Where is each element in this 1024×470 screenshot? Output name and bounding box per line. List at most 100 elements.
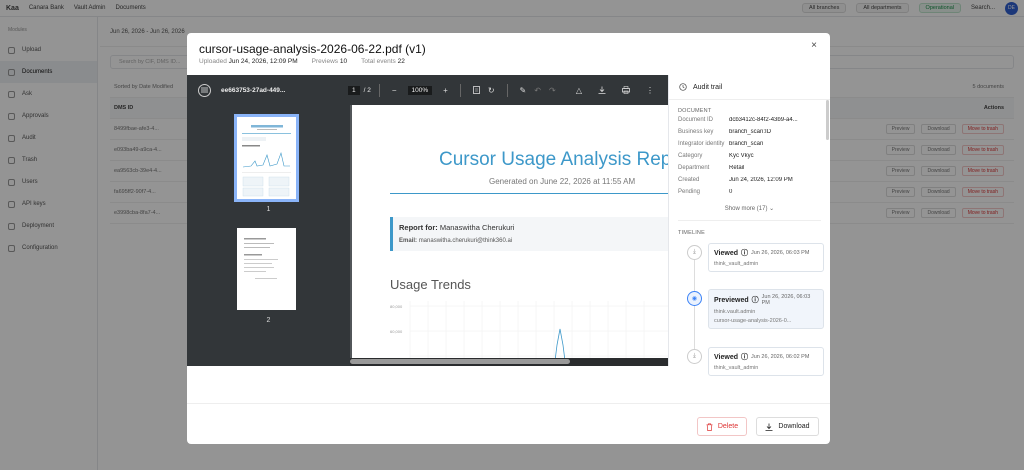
field-pending: Pending 0 xyxy=(669,189,830,196)
horizontal-scrollbar[interactable] xyxy=(350,358,668,366)
email-label: Email: xyxy=(399,238,418,244)
event-time: Jun 26, 2026, 06:03 PM xyxy=(751,250,810,256)
download-label: Download xyxy=(778,423,810,430)
timeline-connector xyxy=(694,306,695,350)
usage-trend-line xyxy=(554,328,566,358)
download-icon xyxy=(765,423,773,431)
chart-tick-label: 80,000 xyxy=(390,304,403,309)
modal-title: cursor-usage-analysis-2026-06-22.pdf (v1… xyxy=(199,42,426,56)
timeline-event: ⤓ Viewed ⓘ Jun 26, 2026, 06:02 PM think_va… xyxy=(678,347,830,395)
timeline-section-label: TIMELINE xyxy=(678,230,705,236)
field-value: Kyc Vkyc xyxy=(729,153,754,159)
download-icon[interactable] xyxy=(594,86,610,95)
menu-icon[interactable] xyxy=(198,83,211,97)
delete-label: Delete xyxy=(717,423,739,430)
download-button[interactable]: Download xyxy=(756,417,819,436)
close-button[interactable]: × xyxy=(808,40,820,52)
timeline-event-card[interactable]: Previewed ⓘ Jun 26, 2026, 06:03 PM think.v… xyxy=(708,289,824,329)
pdf-viewer: ee663753-27ad-449... 1 / 2 − 100% + ↻ ✎ … xyxy=(187,75,668,366)
uploaded-value: Jun 24, 2026, 12:09 PM xyxy=(228,58,298,65)
info-icon: ⓘ xyxy=(741,354,748,361)
timeline-event: ⤓ Viewed ⓘ Jun 26, 2026, 06:03 PM think_va… xyxy=(678,243,830,292)
annotate-icon[interactable]: ✎ xyxy=(516,86,531,95)
page-thumbnail-2[interactable] xyxy=(237,228,296,310)
pdf-report-title: Cursor Usage Analysis Rep xyxy=(439,149,668,170)
fit-page-icon[interactable] xyxy=(469,86,484,95)
eye-icon: ◉ xyxy=(687,291,702,306)
pdf-title-rule xyxy=(390,193,668,194)
timeline: ⤓ Viewed ⓘ Jun 26, 2026, 06:03 PM think_va… xyxy=(669,243,830,395)
timeline-event-card[interactable]: Viewed ⓘ Jun 26, 2026, 06:03 PM think_vaul… xyxy=(708,243,824,272)
history-icon xyxy=(679,83,687,91)
field-document-id: Document ID dcb3412c-84f2-43b9-a4... xyxy=(669,117,830,124)
pdf-section-heading: Usage Trends xyxy=(390,277,471,292)
field-key: Category xyxy=(678,153,703,159)
event-user: think_vault_admin xyxy=(714,261,759,267)
uploaded-meta: Uploaded Jun 24, 2026, 12:09 PM xyxy=(199,58,298,65)
page-indicator: 1 / 2 xyxy=(348,85,371,95)
field-key: Document ID xyxy=(678,117,714,123)
field-key: Department xyxy=(678,165,710,171)
zoom-level-input[interactable]: 100% xyxy=(407,85,433,95)
show-more-label: Show more (17) xyxy=(724,206,768,212)
uploaded-label: Uploaded xyxy=(199,58,227,65)
info-icon: ⓘ xyxy=(741,250,748,257)
previews-value: 10 xyxy=(339,58,348,65)
modal-meta: Uploaded Jun 24, 2026, 12:09 PM Previews… xyxy=(199,58,405,65)
report-for-value: Manaswitha Cherukuri xyxy=(439,223,515,232)
field-integrator-identity: Integrator identity branch_scan xyxy=(669,141,830,148)
page-thumbnail-1[interactable] xyxy=(234,114,299,202)
page-total: / 2 xyxy=(363,86,371,94)
trash-icon xyxy=(706,422,713,431)
thumbnail-label-2: 2 xyxy=(266,317,271,324)
download-icon: ⤓ xyxy=(687,349,702,364)
timeline-connector xyxy=(694,260,695,292)
events-value: 22 xyxy=(397,58,405,65)
field-value: dcb3412c-84f2-43b9-a4... xyxy=(729,117,798,123)
page-number-input[interactable]: 1 xyxy=(348,85,360,95)
previews-label: Previews xyxy=(311,58,339,65)
print-icon[interactable] xyxy=(618,86,634,95)
chevron-down-icon: ⌄ xyxy=(769,206,775,212)
events-meta: Total events 22 xyxy=(361,58,405,65)
events-label: Total events xyxy=(361,58,396,65)
pdf-toolbar-actions: △ ⋮ xyxy=(572,75,658,105)
field-key: Pending xyxy=(678,189,701,195)
toolbar-divider xyxy=(378,83,380,97)
timeline-event: ◉ Previewed ⓘ Jun 26, 2026, 06:03 PM think… xyxy=(678,289,830,350)
zoom-in-icon[interactable]: + xyxy=(439,86,452,95)
timeline-event-card[interactable]: Viewed ⓘ Jun 26, 2026, 06:02 PM think_vaul… xyxy=(708,347,824,376)
toolbar-divider xyxy=(506,83,508,97)
save-drive-icon[interactable]: △ xyxy=(572,86,586,95)
rotate-icon[interactable]: ↻ xyxy=(484,86,499,95)
pdf-toolbar: ee663753-27ad-449... 1 / 2 − 100% + ↻ ✎ … xyxy=(187,75,668,105)
redo-icon[interactable]: ↷ xyxy=(545,86,560,95)
field-value: branch_scan:ID xyxy=(729,129,772,135)
field-value: 0 xyxy=(729,189,733,195)
event-time: Jun 26, 2026, 06:02 PM xyxy=(751,354,810,360)
scrollbar-thumb[interactable] xyxy=(350,359,570,364)
event-action: Viewed xyxy=(714,249,738,257)
event-detail: cursor-usage-analysis-2026-0... xyxy=(714,318,792,324)
more-options-icon[interactable]: ⋮ xyxy=(642,86,658,95)
download-icon: ⤓ xyxy=(687,245,702,260)
audit-scrollbar[interactable] xyxy=(826,100,829,140)
document-section-label: DOCUMENT xyxy=(678,108,712,114)
previews-meta: Previews 10 xyxy=(312,58,347,65)
undo-icon[interactable]: ↶ xyxy=(530,86,545,95)
zoom-out-icon[interactable]: − xyxy=(388,86,401,95)
pdf-filename: ee663753-27ad-449... xyxy=(221,86,286,94)
thumbnail-label-1: 1 xyxy=(266,206,271,213)
email-line: Email: manaswitha.cherukuri@think360.ai xyxy=(399,238,668,244)
toolbar-divider xyxy=(459,83,461,97)
email-value: manaswitha.cherukuri@think360.ai xyxy=(418,238,513,244)
pdf-page: Cursor Usage Analysis Rep Generated on J… xyxy=(352,105,668,358)
delete-button[interactable]: Delete xyxy=(697,417,747,436)
pdf-report-info: Report for: Manaswitha Cherukuri Email: … xyxy=(390,217,668,251)
audit-trail-panel: Audit trail DOCUMENT Document ID dcb3412c… xyxy=(668,75,830,376)
field-created: Created Jun 24, 2026, 12:09 PM xyxy=(669,177,830,184)
field-value: Retail xyxy=(729,165,745,171)
pdf-report-subtitle: Generated on June 22, 2026 at 11:55 AM xyxy=(489,177,636,186)
event-user: think_vault_admin xyxy=(714,365,759,371)
show-more-button[interactable]: Show more (17) ⌄ xyxy=(678,201,821,221)
